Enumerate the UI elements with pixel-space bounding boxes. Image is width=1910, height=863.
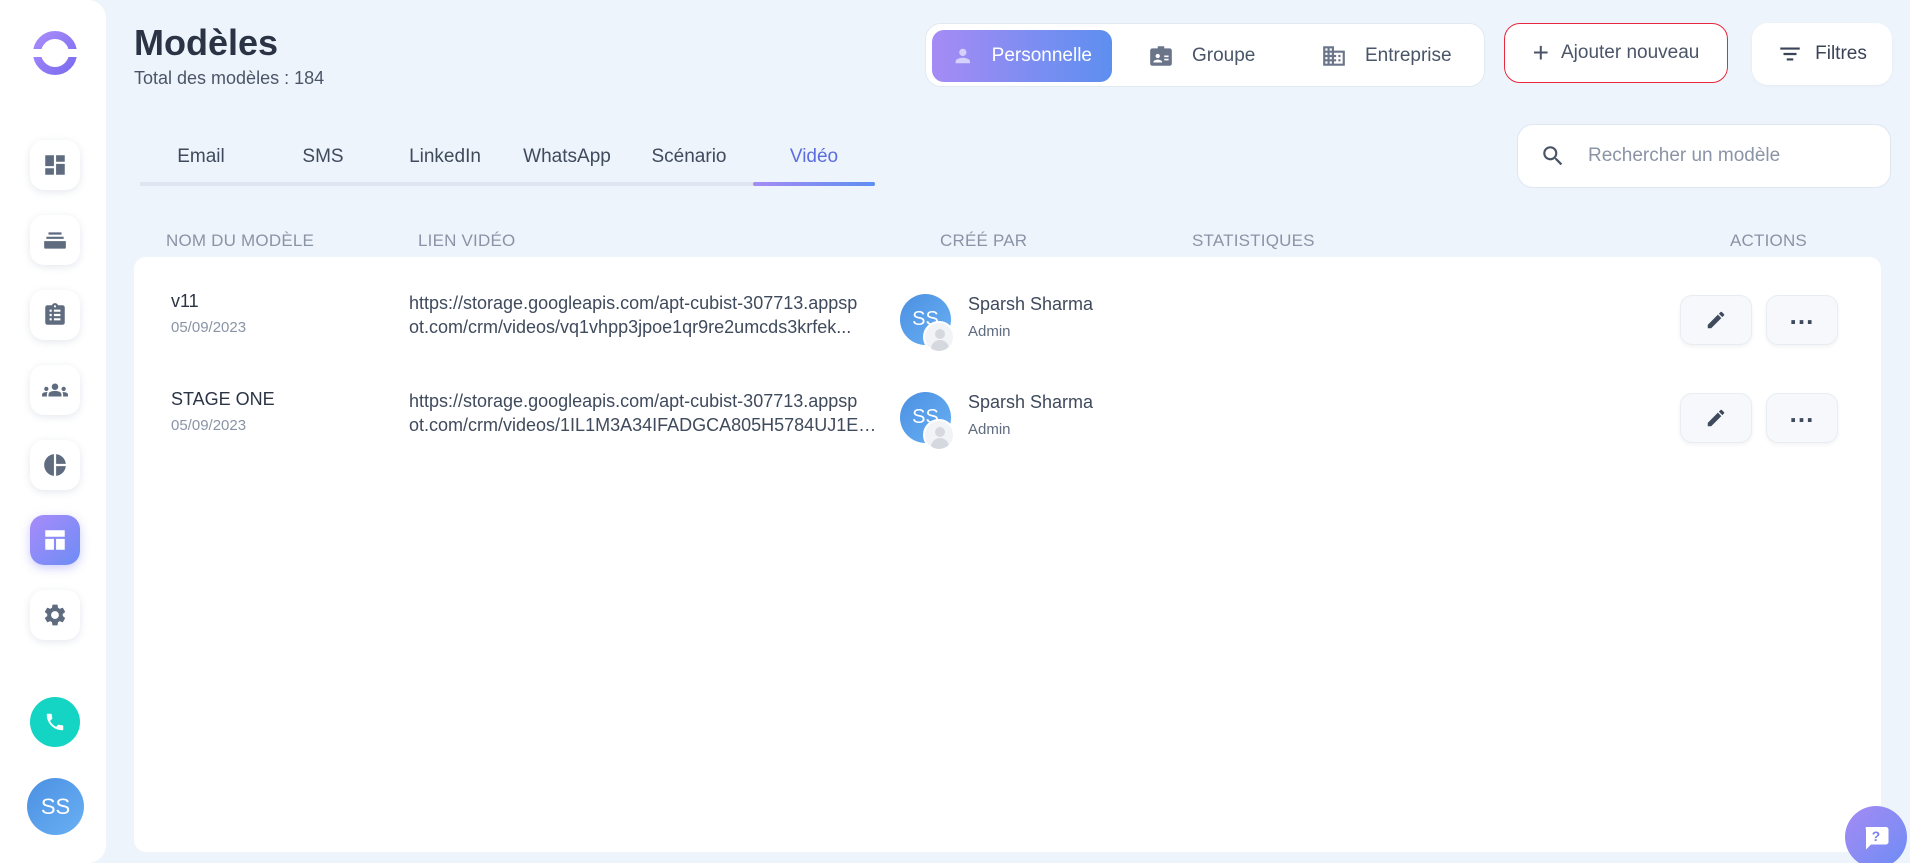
video-link[interactable]: https://storage.googleapis.com/apt-cubis…	[409, 291, 879, 339]
more-options-button[interactable]: …	[1766, 295, 1838, 345]
filters-button[interactable]: Filtres	[1752, 23, 1892, 85]
template-name: v11	[171, 291, 199, 311]
column-header-video-link: LIEN VIDÉO	[418, 231, 516, 250]
filters-label: Filtres	[1815, 43, 1867, 64]
creator-name: Sparsh Sharma	[968, 294, 1094, 314]
app-logo[interactable]	[31, 29, 79, 77]
search-icon	[1543, 146, 1563, 166]
video-link[interactable]: https://storage.googleapis.com/apt-cubis…	[409, 389, 879, 437]
add-new-label: Ajouter nouveau	[1560, 42, 1700, 63]
edit-button[interactable]	[1680, 393, 1752, 443]
creator-name: Sparsh Sharma	[968, 392, 1094, 412]
phone-icon	[46, 713, 64, 731]
scope-group-label: Groupe	[1192, 45, 1256, 66]
edit-button[interactable]	[1680, 295, 1752, 345]
sidebar-item-reports[interactable]	[30, 440, 80, 490]
layers-icon	[44, 232, 66, 249]
sidebar-item-templates[interactable]	[30, 515, 80, 565]
sidebar: SS	[0, 0, 106, 863]
column-header-name: NOM DU MODÈLE	[166, 231, 315, 250]
tab-email[interactable]: Email	[140, 146, 262, 168]
plus-icon: +	[1532, 37, 1549, 68]
user-avatar[interactable]: SS	[27, 778, 84, 835]
sidebar-item-layers[interactable]	[30, 215, 80, 265]
table-row[interactable]: v11 05/09/2023 https://storage.googleapi…	[134, 257, 1881, 355]
building-icon	[1323, 46, 1345, 66]
tab-whatsapp[interactable]: WhatsApp	[506, 146, 628, 168]
people-icon	[42, 383, 68, 397]
column-header-actions: ACTIONS	[1730, 231, 1807, 250]
clipboard-icon	[45, 303, 65, 325]
chat-help-icon: ?	[1865, 827, 1889, 850]
pencil-icon	[1707, 311, 1725, 329]
add-new-button[interactable]: + Ajouter nouveau	[1504, 23, 1728, 83]
help-chat-button[interactable]: ?	[1845, 806, 1907, 863]
pencil-icon	[1707, 409, 1725, 427]
creator-avatar: SS	[900, 392, 955, 451]
gear-icon	[44, 604, 66, 626]
templates-icon	[45, 530, 65, 550]
scope-personal-button[interactable]: Personnelle	[932, 30, 1112, 82]
templates-table: v11 05/09/2023 https://storage.googleapi…	[134, 257, 1881, 852]
creator-role: Admin	[968, 421, 1011, 438]
scope-company-button[interactable]: Entreprise	[1321, 30, 1452, 82]
tab-sms[interactable]: SMS	[262, 146, 384, 168]
creator-role: Admin	[968, 323, 1011, 340]
dashboard-icon	[45, 155, 65, 175]
table-row[interactable]: STAGE ONE 05/09/2023 https://storage.goo…	[134, 355, 1881, 453]
scope-company-label: Entreprise	[1365, 45, 1452, 66]
scope-group-button[interactable]: Groupe	[1148, 30, 1255, 82]
template-date: 05/09/2023	[171, 319, 247, 336]
tab-linkedin[interactable]: LinkedIn	[384, 146, 506, 168]
channel-tabs: Email SMS LinkedIn WhatsApp Scénario Vid…	[140, 140, 875, 186]
sidebar-item-dashboard[interactable]	[30, 140, 80, 190]
active-tab-indicator	[753, 182, 875, 186]
creator-avatar: SS	[900, 294, 955, 353]
user-placeholder-icon	[923, 419, 955, 451]
column-header-created-by: CRÉÉ PAR	[940, 231, 1028, 250]
id-card-icon	[1150, 46, 1172, 66]
sidebar-item-settings[interactable]	[30, 590, 80, 640]
more-dots-icon: …	[1788, 300, 1816, 330]
tab-video[interactable]: Vidéo	[753, 146, 875, 168]
scope-switcher: Personnelle Groupe Entreprise	[925, 23, 1485, 87]
video-link-line1: https://storage.googleapis.com/apt-cubis…	[409, 391, 858, 411]
template-date: 05/09/2023	[171, 417, 247, 434]
sidebar-item-contacts[interactable]	[30, 365, 80, 415]
filter-icon	[1780, 47, 1800, 61]
page-title: Modèles	[134, 22, 279, 63]
call-button[interactable]	[30, 697, 80, 747]
person-icon	[955, 48, 971, 64]
more-dots-icon: …	[1788, 398, 1816, 428]
search-box	[1517, 124, 1891, 188]
video-link-line2: ot.com/crm/videos/vq1vhpp3jpoe1qr9re2umc…	[409, 317, 852, 337]
svg-text:?: ?	[1872, 829, 1880, 844]
tab-scenario[interactable]: Scénario	[628, 146, 750, 168]
scope-personal-label: Personnelle	[991, 45, 1092, 66]
sidebar-item-tasks[interactable]	[30, 290, 80, 340]
pie-chart-icon	[44, 454, 66, 476]
video-link-line2: ot.com/crm/videos/1IL1M3A34IFADGCA805H57…	[409, 415, 879, 435]
user-placeholder-icon	[923, 321, 955, 353]
more-options-button[interactable]: …	[1766, 393, 1838, 443]
video-link-line1: https://storage.googleapis.com/apt-cubis…	[409, 293, 858, 313]
template-name: STAGE ONE	[171, 389, 275, 409]
column-header-statistics: STATISTIQUES	[1192, 231, 1315, 250]
search-input[interactable]	[1588, 145, 1868, 167]
templates-count: Total des modèles : 184	[134, 68, 325, 88]
